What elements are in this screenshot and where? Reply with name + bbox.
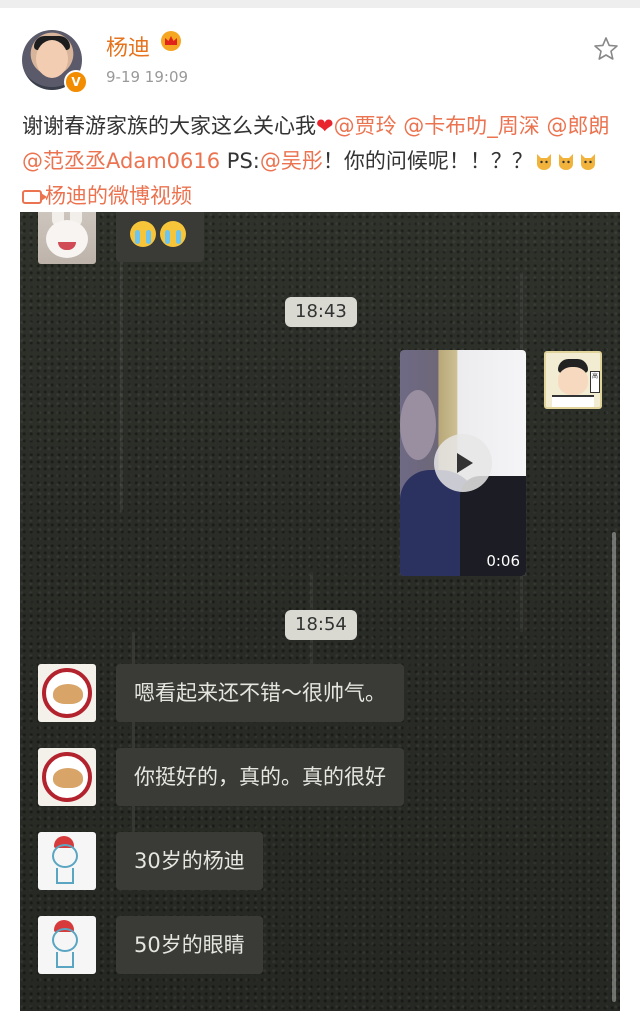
boy-avatar[interactable] bbox=[38, 832, 96, 890]
crown-icon[interactable] bbox=[160, 30, 182, 52]
rain-streak bbox=[120, 252, 123, 512]
avatar-face bbox=[36, 40, 68, 78]
heart-icon: ❤ bbox=[316, 114, 334, 138]
emoji-message-bubble bbox=[116, 212, 204, 262]
chat-message-bubble: 30岁的杨迪 bbox=[116, 832, 263, 890]
video-link-label: 杨迪的微博视频 bbox=[45, 184, 192, 208]
author-name[interactable]: 杨迪 bbox=[106, 30, 150, 62]
chat-time-label: 18:54 bbox=[285, 610, 357, 640]
play-icon[interactable] bbox=[434, 434, 492, 492]
mention-link[interactable]: @范丞丞Adam0616 bbox=[22, 149, 220, 173]
scrollbar[interactable] bbox=[612, 532, 616, 1002]
ps-prefix: PS: bbox=[226, 149, 260, 173]
video-message-thumbnail[interactable]: 0:06 bbox=[400, 350, 526, 576]
top-divider bbox=[0, 0, 640, 8]
cat-emoji-icon bbox=[558, 154, 573, 170]
chat-message-bubble: 50岁的眼睛 bbox=[116, 916, 263, 974]
chat-message-bubble: 嗯看起来还不错～很帅气。 bbox=[116, 664, 404, 722]
cat-emoji-icon bbox=[536, 154, 551, 170]
rabbit-avatar[interactable] bbox=[38, 212, 96, 264]
mention-link[interactable]: @吴彤 bbox=[260, 149, 323, 173]
boy-avatar[interactable] bbox=[38, 916, 96, 974]
star-icon[interactable] bbox=[592, 35, 620, 63]
post-intro: 谢谢春游家族的大家这么关心我 bbox=[22, 114, 316, 138]
video-duration: 0:06 bbox=[486, 552, 520, 570]
ps-text: ！你的问候呢！！？？ bbox=[322, 149, 533, 173]
mention-link[interactable]: @贾玲 bbox=[334, 114, 397, 138]
cat-emoji-icon bbox=[580, 154, 595, 170]
cartoon-self-avatar[interactable]: 高 bbox=[544, 351, 602, 409]
mention-link[interactable]: @郎朗 bbox=[546, 114, 609, 138]
cat-avatar[interactable] bbox=[38, 748, 96, 806]
cat-avatar[interactable] bbox=[38, 664, 96, 722]
crying-emoji-icon bbox=[130, 221, 156, 247]
chat-message-bubble: 你挺好的，真的。真的很好 bbox=[116, 748, 404, 806]
verified-badge-icon: V bbox=[64, 70, 88, 94]
chat-screenshot-image[interactable]: 18:43 0:06 高 18:54 嗯看起来还不错～很帅气。 你挺好的，真的。… bbox=[20, 212, 620, 1011]
mention-link[interactable]: @卡布叻_周深 bbox=[403, 114, 540, 138]
video-link[interactable]: 杨迪的微博视频 bbox=[22, 184, 192, 208]
video-icon bbox=[22, 190, 47, 204]
crying-emoji-icon bbox=[160, 221, 186, 247]
post-text: 谢谢春游家族的大家这么关心我❤@贾玲 @卡布叻_周深 @郎朗 @范丞丞Adam0… bbox=[22, 109, 622, 214]
post-timestamp: 9-19 19:09 bbox=[106, 68, 189, 86]
chat-time-label: 18:43 bbox=[285, 297, 357, 327]
